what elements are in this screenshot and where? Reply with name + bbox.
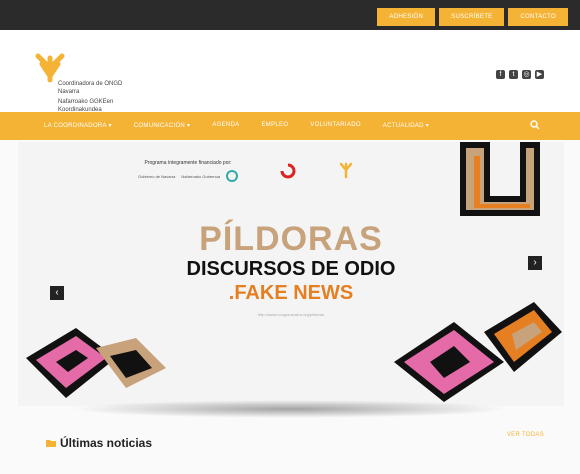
site-header: Coordinadora de ONGD Navarra Nafarroako … bbox=[0, 30, 580, 114]
sponsor-label: Programa íntegramente financiado por: bbox=[144, 160, 232, 166]
nav-item-comunicacion[interactable]: COMUNICACIÓN ▾ bbox=[134, 122, 191, 129]
news-header: Últimas noticias bbox=[46, 436, 152, 450]
top-link-contacto[interactable]: CONTACTO bbox=[508, 8, 568, 26]
news-title: Últimas noticias bbox=[60, 436, 153, 450]
impossible-shape-bottom-left bbox=[26, 328, 166, 398]
social-icons: f t ◎ ▶ bbox=[496, 70, 544, 79]
main-nav: LA COORDINADORA ▾ COMUNICACIÓN ▾ AGENDA … bbox=[0, 112, 580, 140]
impossible-shape-bottom-right bbox=[394, 302, 562, 402]
top-link-suscribete[interactable]: SUSCRÍBETE bbox=[439, 8, 505, 26]
nav-item-actualidad[interactable]: ACTUALIDAD ▾ bbox=[383, 122, 429, 129]
nav-item-voluntariado[interactable]: VOLUNTARIADO bbox=[310, 122, 361, 129]
twitter-icon[interactable]: t bbox=[509, 70, 518, 79]
sponsor-1: Gobierno de Navarra bbox=[138, 173, 176, 179]
hero-shadow bbox=[70, 400, 510, 418]
sponsor-row: Gobierno de Navarra Nafarroako Gobernua bbox=[138, 170, 239, 182]
folder-icon bbox=[46, 440, 56, 447]
top-bar: ADHESIÓN SUSCRÍBETE CONTACTO bbox=[0, 0, 580, 30]
nav-item-agenda[interactable]: AGENDA bbox=[212, 122, 239, 129]
sponsor-2: Nafarroako Gobernua bbox=[181, 173, 221, 179]
nav-items: LA COORDINADORA ▾ COMUNICACIÓN ▾ AGENDA … bbox=[44, 122, 429, 129]
hero-slider[interactable]: Programa íntegramente financiado por: Go… bbox=[18, 142, 564, 406]
instagram-icon[interactable]: ◎ bbox=[522, 70, 531, 79]
logo-line-1: Coordinadora de ONGD Navarra bbox=[58, 81, 123, 95]
top-link-adhesion[interactable]: ADHESIÓN bbox=[377, 8, 436, 26]
sponsor-navarra: Programa íntegramente financiado por: Go… bbox=[138, 160, 239, 182]
slider-prev-icon[interactable]: ‹ bbox=[50, 286, 64, 300]
hero-title-pildoras: PÍLDORAS bbox=[199, 220, 383, 258]
youtube-icon[interactable]: ▶ bbox=[535, 70, 544, 79]
tree-logo-icon bbox=[339, 162, 353, 179]
see-all-link[interactable]: VER TODAS bbox=[507, 432, 544, 438]
nav-item-empleo[interactable]: EMPLEO bbox=[261, 122, 288, 129]
sponsor-logos: Programa íntegramente financiado por: Go… bbox=[138, 160, 368, 182]
spiral-logo-icon bbox=[280, 163, 296, 179]
slider-next-icon[interactable]: › bbox=[528, 256, 542, 270]
search-icon[interactable] bbox=[530, 120, 540, 130]
hero-title-odio: DISCURSOS DE ODIO bbox=[186, 258, 396, 280]
screen: ADHESIÓN SUSCRÍBETE CONTACTO Coordinador… bbox=[0, 0, 580, 474]
nav-item-coordinadora[interactable]: LA COORDINADORA ▾ bbox=[44, 122, 112, 129]
logo-text: Coordinadora de ONGD Navarra Nafarroako … bbox=[58, 80, 138, 114]
impossible-shape-top bbox=[460, 142, 540, 216]
sdg-icon bbox=[226, 170, 239, 182]
facebook-icon[interactable]: f bbox=[496, 70, 505, 79]
top-links: ADHESIÓN SUSCRÍBETE CONTACTO bbox=[377, 8, 568, 26]
